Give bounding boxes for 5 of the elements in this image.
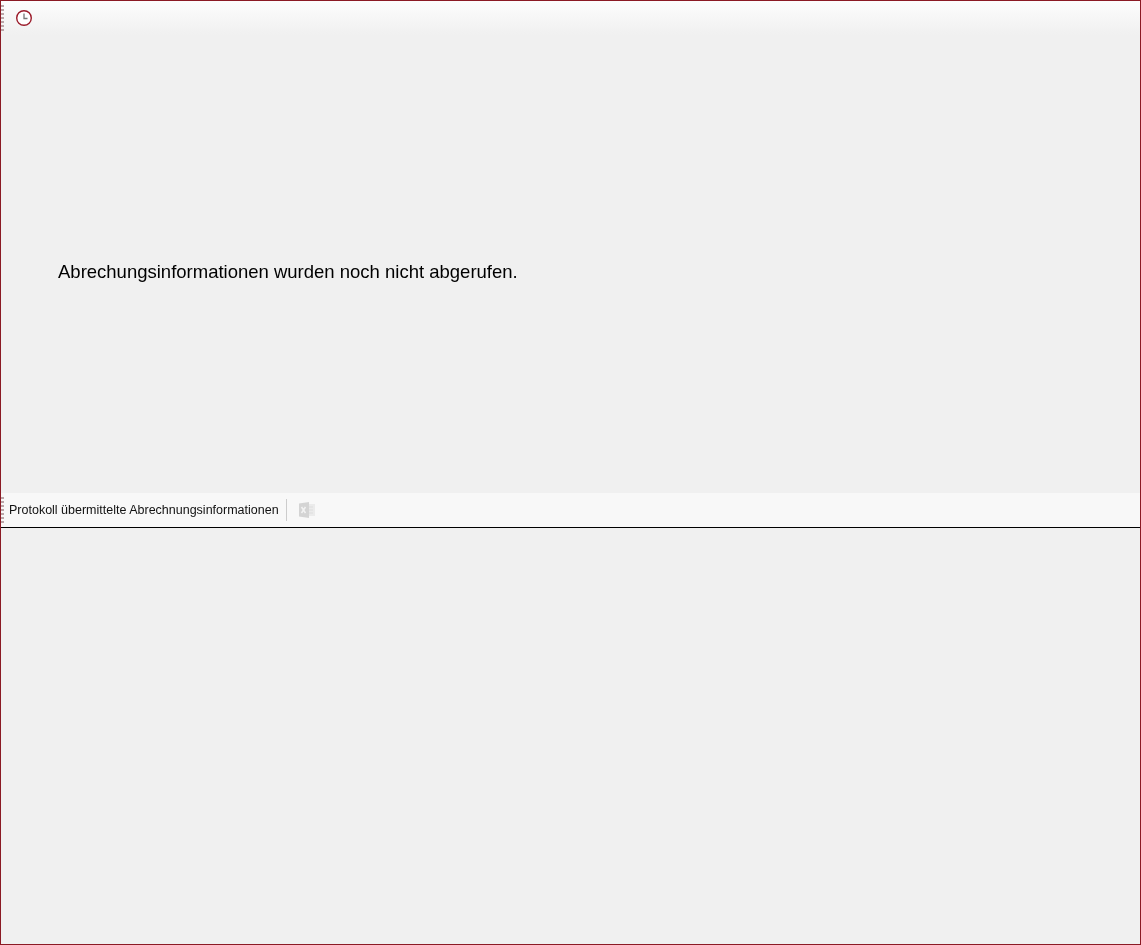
clock-icon — [15, 9, 33, 27]
toolbar-title: Protokoll übermittelte Abrechnungsinformationen — [9, 503, 279, 517]
spreadsheet-icon — [297, 501, 316, 519]
history-button[interactable] — [13, 7, 35, 29]
status-message: Abrechungsinformationen wurden noch nicht abgerufen. — [58, 261, 518, 283]
